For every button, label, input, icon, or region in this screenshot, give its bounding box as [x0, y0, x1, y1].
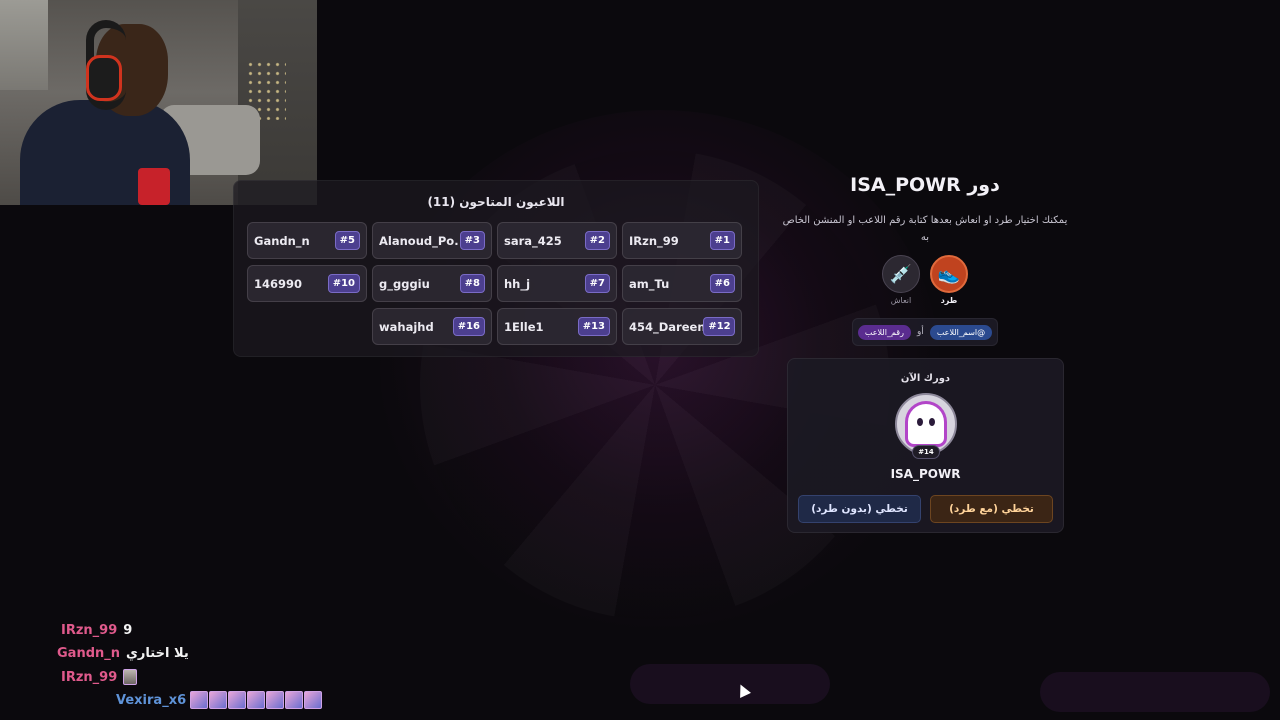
player-name: am_Tu — [629, 276, 670, 291]
your-turn-card: دورك الآن #14 ISA_POWR تخطي (بدون طرد) ت… — [787, 358, 1064, 533]
emote-icon — [304, 691, 323, 709]
player-card[interactable]: am_Tu #6 — [622, 265, 742, 302]
player-name: hh_j — [504, 276, 531, 291]
player-number-badge: #6 — [709, 274, 735, 293]
chat-message: Vexira_x6 — [116, 690, 323, 710]
player-card[interactable]: Gandn_n #5 — [247, 222, 367, 259]
player-name: 1Elle1 — [504, 319, 544, 334]
syringe-icon: 💉 — [882, 255, 920, 293]
player-name: sara_425 — [504, 233, 562, 248]
player-name: 454_Dareen — [629, 319, 704, 334]
player-name: IRzn_99 — [629, 233, 679, 248]
revive-action-button[interactable]: 💉 انعاش — [881, 255, 921, 305]
avatar-number-badge: #14 — [912, 445, 940, 459]
chat-text: يلا اختاري — [126, 645, 189, 661]
chat-message: IRzn_99 — [61, 667, 138, 687]
emote-icon — [123, 669, 138, 685]
players-panel-title: اللاعبون المتاحون (11) — [427, 195, 565, 209]
hint-or-label: أو — [916, 327, 924, 337]
player-number-badge: #16 — [452, 317, 485, 336]
your-turn-title: دورك الآن — [900, 373, 951, 384]
chat-username: Vexira_x6 — [116, 692, 187, 708]
skip-with-kick-button[interactable]: تخطي (مع طرد) — [930, 495, 1053, 523]
player-name: g_gggiu — [379, 276, 430, 291]
chat-text: 9 — [123, 622, 133, 638]
chat-username: IRzn_99 — [61, 622, 118, 638]
ghost-avatar-icon — [908, 404, 944, 444]
available-players-panel: اللاعبون المتاحون (11) IRzn_99 #1 sara_4… — [233, 180, 759, 357]
headset-earcup — [86, 55, 122, 101]
player-card[interactable]: sara_425 #2 — [497, 222, 617, 259]
chat-message: Gandn_n يلا اختاري — [57, 643, 189, 663]
chat-username: Gandn_n — [57, 645, 121, 661]
player-number-badge: #1 — [709, 231, 735, 250]
player-card[interactable]: 1Elle1 #13 — [497, 308, 617, 345]
player-card[interactable]: g_gggiu #8 — [372, 265, 492, 302]
player-card[interactable]: 454_Dareen #12 — [622, 308, 742, 345]
player-name: wahajhd — [379, 319, 434, 334]
emote-strip — [190, 691, 323, 709]
player-name: 146990 — [254, 276, 303, 291]
emote-icon — [266, 691, 285, 709]
player-number-badge: #8 — [459, 274, 485, 293]
webcam-cup — [138, 168, 170, 205]
kick-action-button[interactable]: 👟 طرد — [929, 255, 969, 305]
player-mention-chip: @اسم_اللاعب — [929, 324, 993, 340]
player-name: Alanoud_Po... — [379, 233, 459, 248]
player-number-badge: #13 — [577, 317, 610, 336]
player-card[interactable]: wahajhd #16 — [372, 308, 492, 345]
current-player-name: ISA_POWR — [890, 467, 961, 481]
player-number-badge: #7 — [584, 274, 610, 293]
player-number-badge: #2 — [584, 231, 610, 250]
turn-title: دور ISA_POWR — [850, 174, 1000, 196]
player-card[interactable]: 146990 #10 — [247, 265, 367, 302]
revive-action-label: انعاش — [890, 296, 912, 305]
webcam-feed — [0, 0, 317, 205]
emote-icon — [285, 691, 304, 709]
command-hint: @اسم_اللاعب أو رقم_اللاعب — [852, 318, 998, 346]
player-number-badge: #3 — [459, 231, 485, 250]
emote-icon — [190, 691, 209, 709]
player-number-badge: #10 — [327, 274, 360, 293]
player-name: Gandn_n — [254, 233, 310, 248]
player-number-badge: #5 — [334, 231, 360, 250]
bottom-glow-right — [1040, 672, 1270, 712]
emote-icon — [247, 691, 266, 709]
kick-action-label: طرد — [940, 296, 958, 305]
player-number-badge: #12 — [703, 317, 735, 336]
player-card[interactable]: IRzn_99 #1 — [622, 222, 742, 259]
chat-message: IRzn_99 9 — [61, 620, 132, 640]
emote-icon — [209, 691, 228, 709]
skip-without-kick-button[interactable]: تخطي (بدون طرد) — [798, 495, 921, 523]
player-number-chip: رقم_اللاعب — [857, 324, 911, 340]
emote-icon — [228, 691, 247, 709]
player-card[interactable]: Alanoud_Po... #3 — [372, 222, 492, 259]
bottom-glow-left — [630, 664, 830, 704]
webcam-window — [0, 0, 48, 90]
turn-description: يمكنك اختيار طرد او انعاش بعدها كتابة رق… — [782, 215, 1068, 243]
kick-shoe-icon: 👟 — [930, 255, 968, 293]
chat-username: IRzn_99 — [61, 669, 118, 685]
player-card[interactable]: hh_j #7 — [497, 265, 617, 302]
